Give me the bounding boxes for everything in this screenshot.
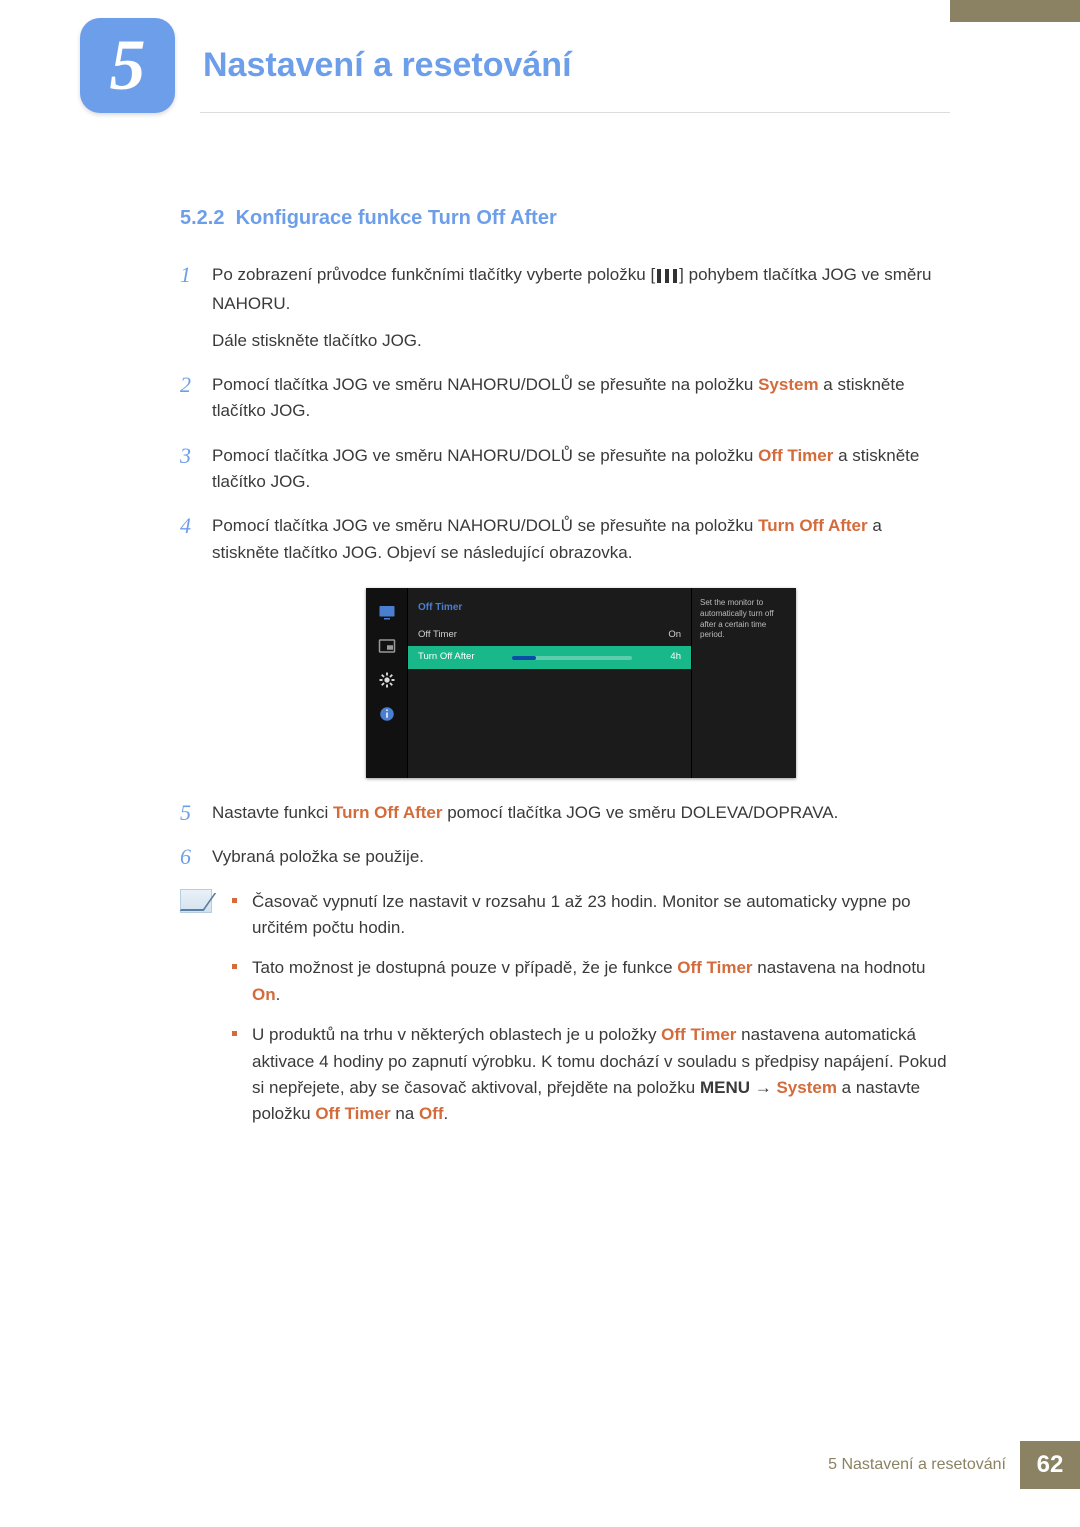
note-item: Tato možnost je dostupná pouze v případě… bbox=[232, 955, 950, 1008]
note-text: . bbox=[444, 1104, 449, 1123]
note-text: . bbox=[276, 985, 281, 1004]
section-title: Konfigurace funkce Turn Off After bbox=[236, 207, 557, 229]
step-text: Dále stiskněte tlačítko JOG. bbox=[212, 331, 422, 350]
note-accent: Off Timer bbox=[315, 1104, 390, 1123]
steps-list: 1 Po zobrazení průvodce funkčními tlačít… bbox=[180, 262, 950, 871]
note-icon bbox=[180, 889, 212, 913]
step-4: 4 Pomocí tlačítka JOG ve směru NAHORU/DO… bbox=[180, 513, 950, 778]
step-accent: Turn Off After bbox=[758, 516, 868, 535]
osd-row-turn-off-after: Turn Off After 4h bbox=[408, 646, 691, 669]
chapter-title: Nastavení a resetování bbox=[203, 46, 572, 85]
step-text: Vybraná položka se použije. bbox=[212, 847, 424, 866]
picture-icon bbox=[377, 602, 397, 622]
osd-panel: Off Timer Off Timer On Turn Off After 4h bbox=[366, 588, 796, 778]
note-accent: System bbox=[776, 1078, 836, 1097]
pip-icon bbox=[377, 636, 397, 656]
step-number: 2 bbox=[180, 368, 191, 402]
note-text: nastavena na hodnotu bbox=[753, 958, 926, 977]
osd-value: 4h bbox=[670, 650, 681, 665]
osd-value: On bbox=[668, 628, 681, 643]
note-accent: Off Timer bbox=[661, 1025, 736, 1044]
osd-screenshot: Off Timer Off Timer On Turn Off After 4h bbox=[212, 588, 950, 778]
note-text: U produktů na trhu v některých oblastech… bbox=[252, 1025, 661, 1044]
osd-row-off-timer: Off Timer On bbox=[408, 624, 691, 647]
page-footer: 5 Nastavení a resetování 62 bbox=[828, 1441, 1080, 1489]
osd-main: Off Timer Off Timer On Turn Off After 4h bbox=[408, 588, 796, 778]
step-text: Pomocí tlačítka JOG ve směru NAHORU/DOLŮ… bbox=[212, 446, 758, 465]
step-accent: Off Timer bbox=[758, 446, 833, 465]
note-accent: Off Timer bbox=[677, 958, 752, 977]
step-2: 2 Pomocí tlačítka JOG ve směru NAHORU/DO… bbox=[180, 372, 950, 425]
step-number: 4 bbox=[180, 509, 191, 543]
step-5: 5 Nastavte funkci Turn Off After pomocí … bbox=[180, 800, 950, 826]
note-block: Časovač vypnutí lze nastavit v rozsahu 1… bbox=[180, 889, 950, 1142]
note-bold: MENU bbox=[700, 1078, 750, 1097]
step-3: 3 Pomocí tlačítka JOG ve směru NAHORU/DO… bbox=[180, 443, 950, 496]
footer-page-number: 62 bbox=[1020, 1441, 1080, 1489]
step-number: 3 bbox=[180, 439, 191, 473]
step-6: 6 Vybraná položka se použije. bbox=[180, 844, 950, 870]
step-accent: Turn Off After bbox=[333, 803, 443, 822]
step-text: Po zobrazení průvodce funkčními tlačítky… bbox=[212, 265, 655, 284]
arrow-icon: → bbox=[755, 1078, 772, 1097]
note-text: Tato možnost je dostupná pouze v případě… bbox=[252, 958, 677, 977]
page-header: 5 Nastavení a resetování bbox=[0, 0, 1080, 113]
footer-running-title: 5 Nastavení a resetování bbox=[828, 1456, 1006, 1474]
osd-sidebar bbox=[366, 588, 408, 778]
step-1: 1 Po zobrazení průvodce funkčními tlačít… bbox=[180, 262, 950, 354]
osd-slider bbox=[512, 656, 632, 660]
osd-tip: Set the monitor to automatically turn of… bbox=[691, 588, 796, 778]
step-number: 1 bbox=[180, 258, 191, 292]
info-icon bbox=[377, 704, 397, 724]
step-accent: System bbox=[758, 375, 818, 394]
osd-menu: Off Timer Off Timer On Turn Off After 4h bbox=[408, 588, 691, 778]
header-divider bbox=[200, 112, 950, 113]
step-text: pomocí tlačítka JOG ve směru DOLEVA/DOPR… bbox=[443, 803, 839, 822]
note-text: na bbox=[391, 1104, 419, 1123]
step-text: Pomocí tlačítka JOG ve směru NAHORU/DOLŮ… bbox=[212, 375, 758, 394]
note-accent: Off bbox=[419, 1104, 444, 1123]
chapter-number-box: 5 bbox=[80, 18, 175, 113]
note-item: U produktů na trhu v některých oblastech… bbox=[232, 1022, 950, 1127]
step-number: 6 bbox=[180, 840, 191, 874]
note-item: Časovač vypnutí lze nastavit v rozsahu 1… bbox=[232, 889, 950, 942]
gear-icon bbox=[377, 670, 397, 690]
osd-label: Off Timer bbox=[418, 628, 457, 643]
note-accent: On bbox=[252, 985, 276, 1004]
section-number: 5.2.2 bbox=[180, 207, 224, 229]
note-list: Časovač vypnutí lze nastavit v rozsahu 1… bbox=[232, 889, 950, 1142]
top-stripe bbox=[950, 0, 1080, 22]
step-number: 5 bbox=[180, 796, 191, 830]
step-text: Nastavte funkci bbox=[212, 803, 333, 822]
osd-label: Turn Off After bbox=[418, 650, 475, 665]
menu-icon bbox=[655, 265, 679, 291]
step-text: Pomocí tlačítka JOG ve směru NAHORU/DOLŮ… bbox=[212, 516, 758, 535]
section-heading: 5.2.2 Konfigurace funkce Turn Off After bbox=[180, 203, 950, 234]
content: 5.2.2 Konfigurace funkce Turn Off After … bbox=[0, 203, 1080, 1142]
osd-title: Off Timer bbox=[408, 598, 691, 624]
